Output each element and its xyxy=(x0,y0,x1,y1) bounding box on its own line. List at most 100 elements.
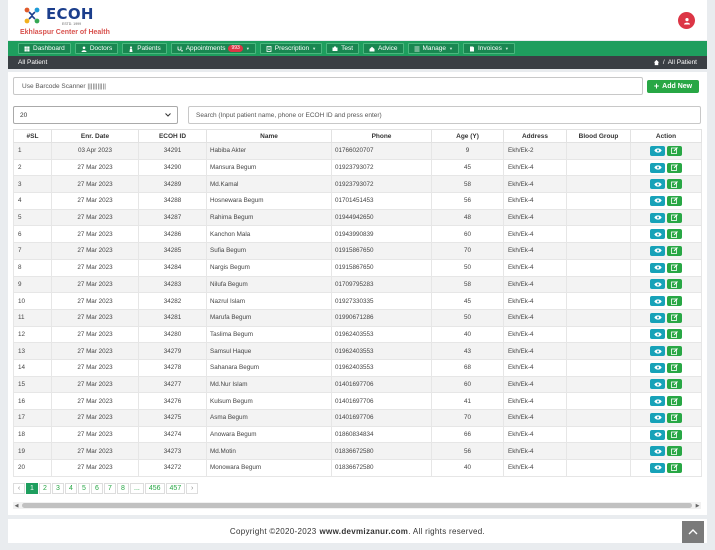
scroll-right-icon[interactable]: ▶ xyxy=(694,502,701,509)
search-input[interactable]: Search (Input patient name, phone or ECO… xyxy=(188,106,701,124)
edit-button[interactable] xyxy=(667,296,682,307)
nav-manage[interactable]: Manage ▼ xyxy=(407,43,459,54)
edit-button[interactable] xyxy=(667,329,682,340)
table-row[interactable]: 6 27 Mar 2023 34286 Kanchon Mala 01943990839… xyxy=(13,225,702,244)
view-button[interactable] xyxy=(650,162,665,173)
view-button[interactable] xyxy=(650,279,665,290)
barcode-scanner-input[interactable]: Use Barcode Scanner ||||||||||| xyxy=(13,77,643,95)
edit-button[interactable] xyxy=(667,412,682,423)
view-button[interactable] xyxy=(650,462,665,473)
view-button[interactable] xyxy=(650,296,665,307)
view-button[interactable] xyxy=(650,379,665,390)
horizontal-scrollbar[interactable]: ◀ ▶ xyxy=(13,502,701,509)
view-button[interactable] xyxy=(650,362,665,373)
page-button[interactable]: 457 xyxy=(165,483,186,494)
page-button[interactable]: 456 xyxy=(144,483,165,494)
nav-test[interactable]: Test xyxy=(326,43,359,54)
view-button[interactable] xyxy=(650,195,665,206)
prev-page-button[interactable]: ‹ xyxy=(13,483,25,494)
table-row[interactable]: 3 27 Mar 2023 34289 Md.Kamal 01923793072 58 Ek… xyxy=(13,175,702,194)
table-row[interactable]: 14 27 Mar 2023 34278 Sahanara Begum 01962403… xyxy=(13,358,702,377)
table-row[interactable]: 5 27 Mar 2023 34287 Rahima Begum 01944942650… xyxy=(13,208,702,227)
edit-button[interactable] xyxy=(667,462,682,473)
scroll-left-icon[interactable]: ◀ xyxy=(13,502,20,509)
page-button[interactable]: 2 xyxy=(39,483,51,494)
address-cell: Ekh/Ek-4 xyxy=(503,158,567,177)
edit-button[interactable] xyxy=(667,346,682,357)
edit-button[interactable] xyxy=(667,429,682,440)
table-row[interactable]: 17 27 Mar 2023 34275 Asma Begum 01401697706 7… xyxy=(13,409,702,427)
view-button[interactable] xyxy=(650,229,665,240)
view-button[interactable] xyxy=(650,312,665,323)
view-button[interactable] xyxy=(650,412,665,423)
page-size-select[interactable]: 20 xyxy=(13,106,178,124)
footer-site-link[interactable]: www.devmizanur.com xyxy=(320,527,409,536)
home-icon[interactable] xyxy=(653,59,660,66)
page-button[interactable]: 3 xyxy=(52,483,64,494)
page-button[interactable]: 5 xyxy=(78,483,90,494)
logo[interactable]: ECOH ESTD. 1999 Ekhlaspur Center of Heal… xyxy=(20,3,140,37)
edit-button[interactable] xyxy=(667,229,682,240)
edit-button[interactable] xyxy=(667,279,682,290)
edit-button[interactable] xyxy=(667,145,682,156)
table-row[interactable]: 8 27 Mar 2023 34284 Nargis Begum 01915867650… xyxy=(13,258,702,277)
table-row[interactable]: 4 27 Mar 2023 34288 Hosnewara Begum 01701451… xyxy=(13,192,702,210)
edit-button[interactable] xyxy=(667,362,682,373)
table-row[interactable]: 20 27 Mar 2023 34272 Monowara Begum 01836672… xyxy=(13,459,702,477)
table-row[interactable]: 1 03 Apr 2023 34291 Habiba Akter 01766020707… xyxy=(13,142,702,160)
table-row[interactable]: 15 27 Mar 2023 34277 Md.Nur Islam 0140169770… xyxy=(13,375,702,394)
action-cell xyxy=(630,225,702,244)
nav-doctors[interactable]: Doctors xyxy=(74,43,119,54)
view-button[interactable] xyxy=(650,346,665,357)
table-row[interactable]: 19 27 Mar 2023 34273 Md.Motin 01836672580 56 E… xyxy=(13,442,702,461)
view-button[interactable] xyxy=(650,145,665,156)
nav-invoices[interactable]: Invoices ▼ xyxy=(462,43,515,54)
page-button[interactable]: 1 xyxy=(26,483,38,494)
nav-prescription[interactable]: Prescription ▼ xyxy=(259,43,323,54)
table-row[interactable]: 16 27 Mar 2023 34276 Kulsum Begum 0140169770… xyxy=(13,392,702,410)
table-row[interactable]: 9 27 Mar 2023 34283 Nilufa Begum 01709795283… xyxy=(13,275,702,294)
table-row[interactable]: 12 27 Mar 2023 34280 Taslima Begum 019624035… xyxy=(13,325,702,344)
view-button[interactable] xyxy=(650,329,665,340)
nav-advice[interactable]: Advice xyxy=(363,43,404,54)
column-header: Action xyxy=(630,129,702,143)
page-button[interactable]: 6 xyxy=(91,483,103,494)
scrollbar-thumb[interactable] xyxy=(22,503,692,508)
edit-button[interactable] xyxy=(667,446,682,457)
table-row[interactable]: 2 27 Mar 2023 34290 Mansura Begum 0192379307… xyxy=(13,158,702,177)
table-row[interactable]: 11 27 Mar 2023 34281 Marufa Begum 0199067128… xyxy=(13,308,702,327)
age-cell: 58 xyxy=(431,275,504,294)
table-row[interactable]: 18 27 Mar 2023 34274 Anowara Begum 018608348… xyxy=(13,425,702,444)
user-menu-button[interactable] xyxy=(678,12,695,29)
edit-button[interactable] xyxy=(667,195,682,206)
age-cell: 70 xyxy=(431,409,504,427)
edit-button[interactable] xyxy=(667,162,682,173)
nav-dashboard[interactable]: Dashboard xyxy=(18,43,71,54)
view-button[interactable] xyxy=(650,396,665,407)
edit-button[interactable] xyxy=(667,212,682,223)
view-button[interactable] xyxy=(650,429,665,440)
table-row[interactable]: 10 27 Mar 2023 34282 Nazrul Islam 0192733033… xyxy=(13,292,702,310)
view-button[interactable] xyxy=(650,262,665,273)
edit-button[interactable] xyxy=(667,245,682,256)
next-page-button[interactable]: › xyxy=(186,483,199,494)
table-row[interactable]: 7 27 Mar 2023 34285 Sufia Begum 01915867650 7… xyxy=(13,242,702,260)
edit-button[interactable] xyxy=(667,262,682,273)
view-button[interactable] xyxy=(650,212,665,223)
blood-group-cell xyxy=(566,242,631,260)
nav-appointments[interactable]: Appointments 993 ▼ xyxy=(170,43,256,54)
edit-button[interactable] xyxy=(667,179,682,190)
view-button[interactable] xyxy=(650,245,665,256)
nav-patients[interactable]: Patients xyxy=(122,43,167,54)
table-row[interactable]: 13 27 Mar 2023 34279 Samsul Haque 0196240355… xyxy=(13,342,702,360)
edit-button[interactable] xyxy=(667,379,682,390)
edit-button[interactable] xyxy=(667,312,682,323)
page-button[interactable]: 7 xyxy=(104,483,116,494)
page-button[interactable]: 4 xyxy=(65,483,77,494)
view-button[interactable] xyxy=(650,179,665,190)
page-button[interactable]: 8 xyxy=(117,483,129,494)
view-button[interactable] xyxy=(650,446,665,457)
scroll-to-top-button[interactable] xyxy=(682,521,704,543)
add-new-button[interactable]: + Add New xyxy=(647,80,699,93)
edit-button[interactable] xyxy=(667,396,682,407)
